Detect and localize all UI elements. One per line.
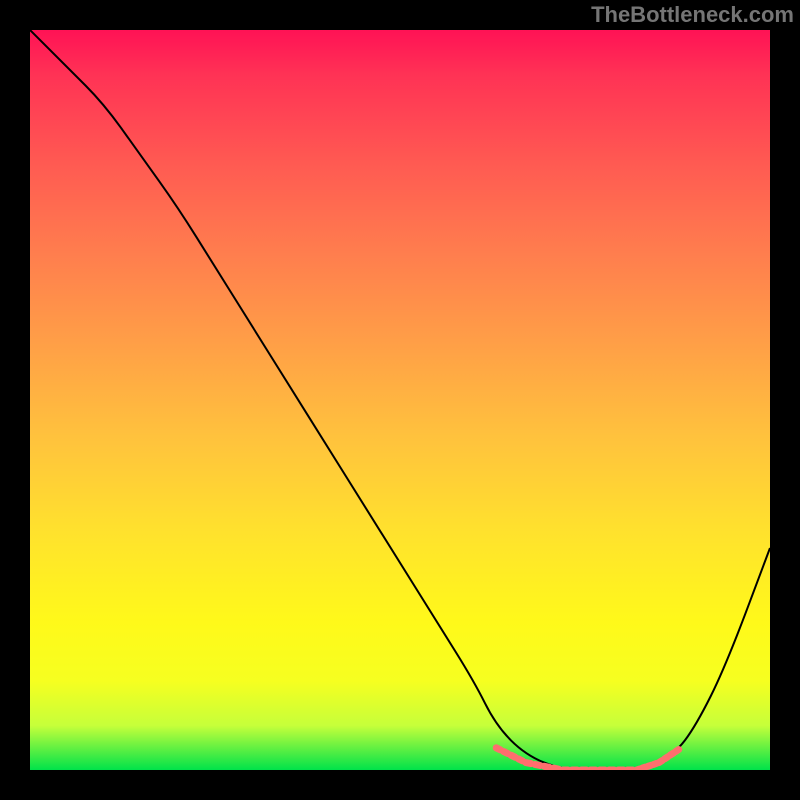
highlight-dash — [535, 765, 540, 766]
highlight-dash — [518, 759, 522, 761]
plot-area — [30, 30, 770, 770]
chart-svg — [30, 30, 770, 770]
highlight-dash — [526, 763, 531, 764]
watermark-label: TheBottleneck.com — [591, 2, 794, 28]
highlight-dash — [511, 755, 515, 757]
bottleneck-curve — [30, 30, 770, 770]
chart-frame: TheBottleneck.com — [0, 0, 800, 800]
highlight-dash — [665, 757, 668, 759]
highlight-dash — [670, 753, 673, 755]
highlight-dash — [554, 768, 559, 769]
highlight-dash — [496, 748, 500, 750]
highlight-dash — [504, 752, 508, 754]
highlight-dash — [544, 766, 549, 767]
highlight-dash — [676, 750, 679, 752]
